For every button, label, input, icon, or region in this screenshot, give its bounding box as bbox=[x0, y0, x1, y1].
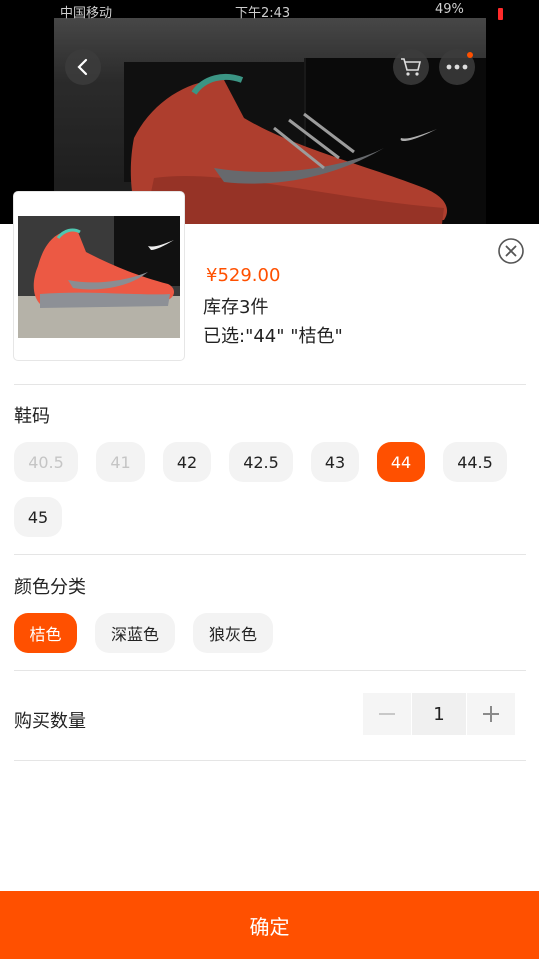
more-button[interactable] bbox=[439, 49, 475, 85]
quantity-value[interactable]: 1 bbox=[412, 693, 466, 735]
size-option-42-5[interactable]: 42.5 bbox=[229, 442, 293, 482]
stock-count: 库存3件 bbox=[203, 297, 269, 318]
size-option-44[interactable]: 44 bbox=[377, 442, 425, 482]
product-thumbnail-image bbox=[18, 216, 180, 338]
cart-button[interactable] bbox=[393, 49, 429, 85]
notification-indicator bbox=[498, 8, 503, 20]
product-thumbnail bbox=[14, 192, 184, 360]
size-option-44-5[interactable]: 44.5 bbox=[443, 442, 507, 482]
size-option-43[interactable]: 43 bbox=[311, 442, 359, 482]
back-button[interactable] bbox=[65, 49, 101, 85]
selected-summary: 已选:"44" "桔色" bbox=[203, 326, 343, 347]
color-option-wolf-grey[interactable]: 狼灰色 bbox=[193, 613, 273, 653]
decrease-button[interactable] bbox=[363, 693, 411, 735]
divider bbox=[14, 670, 526, 671]
product-hero-area: 中国移动 下午2:43 49% bbox=[0, 0, 539, 224]
clock-text: 下午2:43 bbox=[235, 6, 291, 21]
size-option-41[interactable]: 41 bbox=[96, 442, 145, 482]
more-icon bbox=[446, 64, 468, 70]
quantity-stepper: 1 bbox=[363, 693, 515, 735]
color-option-orange[interactable]: 桔色 bbox=[14, 613, 77, 653]
confirm-button[interactable]: 确定 bbox=[0, 891, 539, 959]
size-section-title: 鞋码 bbox=[14, 406, 50, 427]
quantity-label: 购买数量 bbox=[14, 711, 86, 732]
cart-icon bbox=[401, 58, 422, 76]
close-icon bbox=[498, 238, 524, 264]
carrier-text: 中国移动 bbox=[60, 6, 113, 21]
battery-text: 49% bbox=[435, 2, 464, 17]
size-option-42[interactable]: 42 bbox=[163, 442, 211, 482]
minus-icon bbox=[379, 713, 395, 715]
plus-icon bbox=[483, 706, 499, 722]
color-section-title: 颜色分类 bbox=[14, 577, 86, 598]
status-bar: 中国移动 下午2:43 49% bbox=[0, 0, 539, 21]
divider bbox=[14, 554, 526, 555]
color-option-navy[interactable]: 深蓝色 bbox=[95, 613, 175, 653]
size-option-40-5[interactable]: 40.5 bbox=[14, 442, 78, 482]
close-button[interactable] bbox=[498, 238, 524, 264]
increase-button[interactable] bbox=[467, 693, 515, 735]
badge-dot bbox=[467, 52, 473, 58]
divider bbox=[14, 384, 526, 385]
chevron-left-icon bbox=[77, 58, 88, 76]
size-option-45[interactable]: 45 bbox=[14, 497, 62, 537]
product-price: ¥529.00 bbox=[206, 265, 281, 286]
divider bbox=[14, 760, 526, 761]
